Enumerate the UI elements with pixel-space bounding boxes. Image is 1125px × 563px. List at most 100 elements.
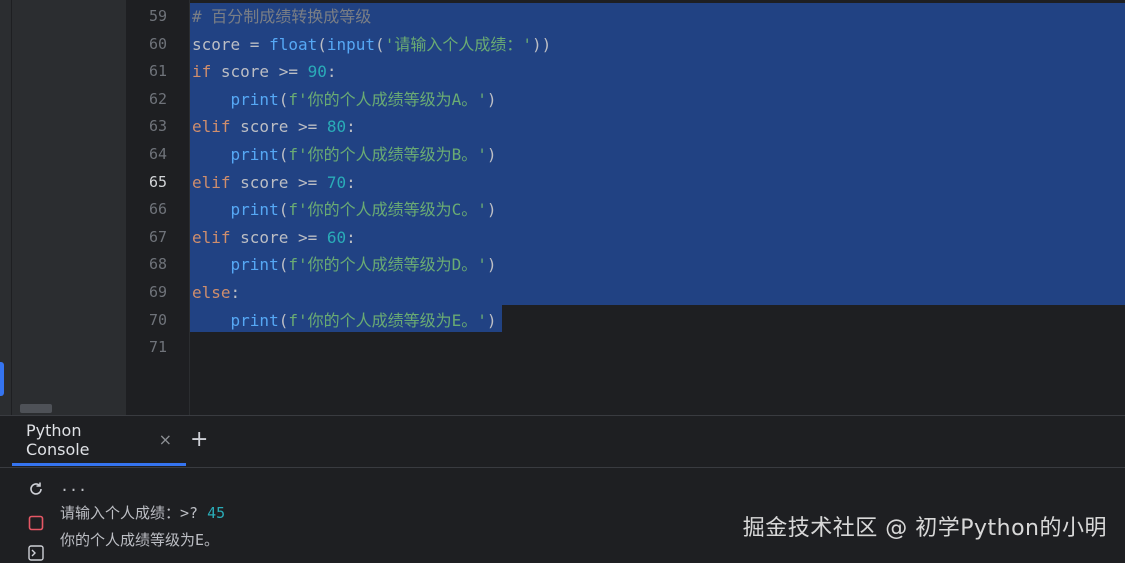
close-tab-icon[interactable]: × xyxy=(159,430,172,449)
console-token: ... xyxy=(60,477,88,495)
code-token: print xyxy=(230,255,279,275)
line-number: 65 xyxy=(148,172,167,191)
code-token: print xyxy=(230,89,279,109)
line-number-gutter: 59 60 61 62 63 64 65 66 67 68 69 70 71 xyxy=(127,0,190,415)
line-number: 68 xyxy=(148,255,167,274)
code-token: print xyxy=(230,145,279,164)
code-token: float xyxy=(269,34,318,54)
console-token: 请输入个人成绩：>? xyxy=(60,504,208,522)
console-output-line: 请输入个人成绩：>? 45 xyxy=(60,501,225,525)
code-line[interactable]: print(f'你的个人成绩等级为B。') xyxy=(192,141,497,169)
console-token: 你的个人成绩等级为E。 xyxy=(60,531,220,549)
code-token: 70 xyxy=(326,172,347,192)
code-token: ( xyxy=(278,200,289,220)
code-token: ) xyxy=(486,255,497,275)
code-token: ( xyxy=(278,145,289,164)
code-token: ) xyxy=(486,145,497,164)
code-token: score >= xyxy=(230,117,327,137)
code-editor[interactable]: 59 60 61 62 63 64 65 66 67 68 69 70 71 # 百分制成绩转换成等级 s… xyxy=(127,0,1125,415)
code-token: f'你的个人成绩等级为C。' xyxy=(288,200,487,220)
code-token: 80 xyxy=(326,117,347,137)
code-token: # 百分制成绩转换成等级 xyxy=(192,7,372,26)
code-line[interactable]: elif score >= 80: xyxy=(192,113,356,141)
code-token: : xyxy=(346,227,356,247)
code-token: score >= xyxy=(230,172,327,192)
line-number: 67 xyxy=(148,227,167,246)
active-tool-indicator[interactable] xyxy=(0,362,4,396)
horizontal-scrollbar[interactable] xyxy=(20,404,52,413)
code-token: )) xyxy=(531,34,552,54)
project-panel xyxy=(12,0,126,415)
console-output-line: ... xyxy=(60,474,87,498)
console-tab-bar: Python Console × + xyxy=(0,415,1125,468)
code-line[interactable]: print(f'你的个人成绩等级为D。') xyxy=(192,251,497,279)
rerun-icon[interactable] xyxy=(26,479,46,499)
code-token: 60 xyxy=(326,227,347,247)
line-number: 63 xyxy=(148,117,167,136)
line-number: 71 xyxy=(148,338,167,357)
code-token: score >= xyxy=(230,227,327,247)
code-token: f'你的个人成绩等级为A。' xyxy=(288,89,487,109)
line-number: 61 xyxy=(148,62,167,81)
code-token: ( xyxy=(278,310,289,330)
add-console-button[interactable]: + xyxy=(190,427,208,453)
line-number: 64 xyxy=(148,145,167,163)
code-token: ( xyxy=(278,89,289,109)
line-number: 62 xyxy=(148,89,167,108)
code-area[interactable]: # 百分制成绩转换成等级 score = float(input('请输入个人成绩… xyxy=(190,0,1125,415)
code-token: elif xyxy=(192,227,231,247)
tool-window-strip xyxy=(0,0,12,415)
code-token: if xyxy=(192,62,212,82)
code-token: else xyxy=(192,283,231,302)
code-token: ) xyxy=(486,200,497,220)
code-token: 90 xyxy=(307,62,327,82)
code-line[interactable]: # 百分制成绩转换成等级 xyxy=(192,3,371,31)
code-line[interactable]: elif score >= 60: xyxy=(192,224,356,252)
stop-icon[interactable] xyxy=(26,513,46,533)
code-line[interactable]: else: xyxy=(192,279,240,307)
tab-label: Python Console xyxy=(26,420,90,459)
console-output-line: 你的个人成绩等级为E。 xyxy=(60,528,219,552)
code-token: f'你的个人成绩等级为D。' xyxy=(288,255,487,275)
line-number: 70 xyxy=(148,310,167,329)
code-line[interactable]: print(f'你的个人成绩等级为A。') xyxy=(192,86,497,114)
console-token: 45 xyxy=(207,504,226,522)
code-token: ( xyxy=(375,34,385,54)
code-token: : xyxy=(230,283,241,302)
code-line[interactable]: print(f'你的个人成绩等级为C。') xyxy=(192,196,497,224)
watermark: 掘金技术社区 @ 初学Python的小明 xyxy=(742,516,1107,541)
code-token: f'你的个人成绩等级为B。' xyxy=(288,145,487,164)
code-token: elif xyxy=(192,172,231,192)
code-token: : xyxy=(346,117,356,137)
code-token: ( xyxy=(317,34,327,54)
code-line[interactable]: elif score >= 70: xyxy=(192,169,356,197)
code-token: : xyxy=(346,172,356,192)
line-number: 60 xyxy=(148,34,167,53)
tab-python-console[interactable]: Python Console × xyxy=(12,416,186,466)
console-toolbar xyxy=(12,467,56,563)
code-token: score >= xyxy=(211,62,308,82)
code-token: f'你的个人成绩等级为E。' xyxy=(288,310,487,330)
code-token: elif xyxy=(192,117,231,137)
code-token: input xyxy=(326,34,376,54)
line-number: 69 xyxy=(148,283,167,301)
code-line[interactable]: print(f'你的个人成绩等级为E。') xyxy=(192,307,497,335)
line-number: 59 xyxy=(148,7,167,25)
code-token: '请输入个人成绩：' xyxy=(384,34,532,54)
code-token: print xyxy=(230,200,279,220)
code-token: ( xyxy=(278,255,289,275)
code-line[interactable]: score = float(input('请输入个人成绩：')) xyxy=(192,31,551,59)
line-number: 66 xyxy=(148,200,167,219)
code-token: ) xyxy=(486,89,497,109)
code-token: ) xyxy=(486,310,497,330)
console-prompt-icon[interactable] xyxy=(26,543,46,563)
code-token: : xyxy=(326,62,337,82)
code-token: score = xyxy=(192,34,270,54)
code-line[interactable]: if score >= 90: xyxy=(192,58,337,86)
code-token: print xyxy=(230,310,279,330)
